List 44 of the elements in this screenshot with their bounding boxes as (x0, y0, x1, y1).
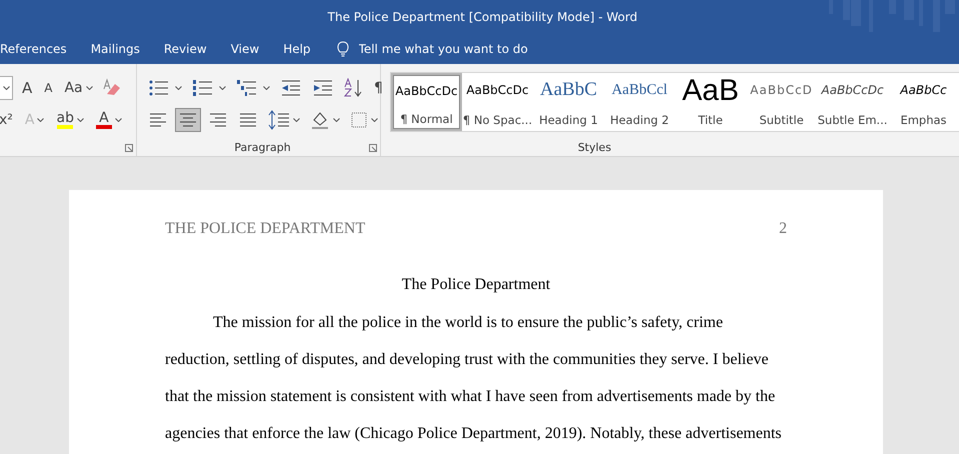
caret-icon (263, 86, 270, 90)
window-title: The Police Department [Compatibility Mode] - Word (326, 10, 638, 24)
change-case-button[interactable]: Aa (61, 76, 96, 100)
caret-icon (333, 118, 340, 122)
caret-icon (37, 118, 44, 122)
body-paragraph: The mission for all the police in the world is to ensure the public’s safety, crime reduction, settling of disputes, and developing trust with the communities they serve. I believe that the mission statement is consistent with what I have seen from advertisements made by the agencies that enforce the law (Chicago Police Department, 2019). Notably, these advertisements (165, 313, 783, 444)
dialog-launcher-icon[interactable] (125, 144, 133, 152)
ribbon-tab[interactable]: Mailings (90, 38, 140, 60)
group-label: Paragraph (234, 141, 291, 156)
caret-icon (293, 118, 300, 122)
caret-icon (76, 118, 84, 122)
lightbulb-icon (336, 41, 349, 57)
caret-icon (2, 86, 10, 90)
align-right-icon (208, 111, 228, 129)
ribbon-tab[interactable]: Help (283, 38, 311, 60)
eraser-icon[interactable] (102, 78, 122, 98)
line-spacing-icon (268, 110, 290, 130)
shrink-font-button[interactable]: A (41, 76, 56, 100)
align-center-button[interactable] (175, 108, 201, 132)
justify-icon (238, 111, 258, 129)
caret-icon (114, 118, 122, 122)
tell-me-field[interactable]: Tell me what you want to do (356, 41, 551, 57)
ribbon-tab[interactable]: Review (164, 38, 207, 60)
caret-icon (371, 118, 378, 122)
font-color-button[interactable]: A (92, 108, 125, 132)
align-left-icon (148, 111, 168, 129)
caret-icon (219, 86, 226, 90)
font-size-dropdown[interactable] (0, 76, 13, 100)
borders-icon (350, 111, 368, 129)
caret-icon (86, 86, 93, 90)
grow-font-button[interactable]: A (19, 76, 36, 100)
paint-bucket-icon (310, 110, 330, 130)
document-title: The Police Department (400, 275, 552, 295)
style-item[interactable]: AaBbCcDc ¶ Normal (391, 73, 462, 131)
running-header: THE POLICE DEPARTMENT (165, 220, 366, 238)
page-number: 2 (779, 220, 787, 238)
show-marks-button[interactable]: ¶ (371, 76, 386, 100)
ribbon-tab[interactable]: References (0, 38, 67, 60)
dialog-launcher-icon[interactable] (369, 144, 377, 152)
ribbon-tab[interactable]: View (230, 38, 260, 60)
align-center-icon (178, 111, 198, 129)
group-label: Styles (578, 141, 612, 156)
highlight-button[interactable]: ab (53, 108, 87, 132)
caret-icon (175, 86, 182, 90)
